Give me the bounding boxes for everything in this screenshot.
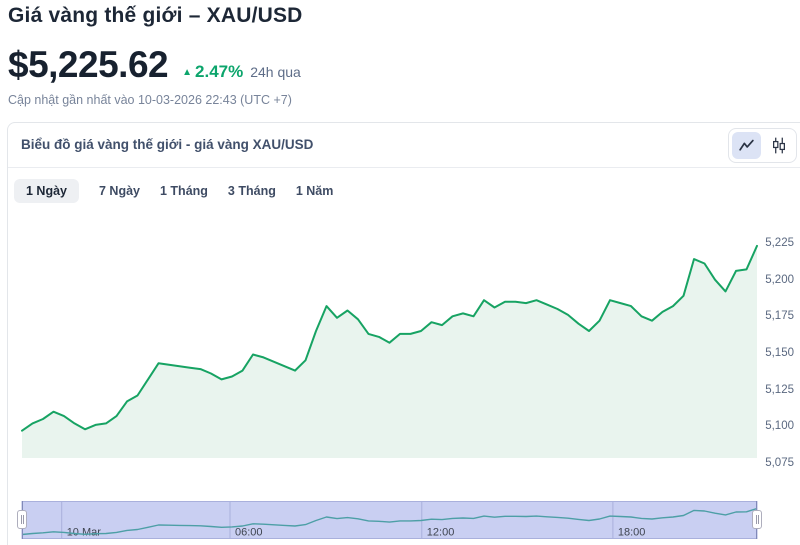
chart-type-toggle	[728, 128, 797, 163]
line-chart-button[interactable]	[732, 132, 761, 159]
tab-7-days[interactable]: 7 Ngày	[99, 179, 140, 203]
chart-navigator[interactable]: 10 Mar 06:00 12:00 18:00	[0, 501, 800, 541]
tab-3-months[interactable]: 3 Tháng	[228, 179, 276, 203]
navigator-left-handle[interactable]	[17, 510, 27, 529]
navigator-right-handle[interactable]	[752, 510, 762, 529]
current-price: $5,225.62	[8, 44, 168, 86]
svg-text:12:00: 12:00	[427, 527, 455, 539]
tab-1-month[interactable]: 1 Tháng	[160, 179, 208, 203]
svg-text:06:00: 06:00	[235, 527, 263, 539]
price-change: ▲2.47%	[182, 62, 243, 82]
grip-icon	[756, 515, 759, 524]
last-updated-text: Cập nhật gần nhất vào 10-03-2026 22:43 (…	[8, 93, 292, 107]
chart-card-title: Biểu đồ giá vàng thế giới - giá vàng XAU…	[21, 122, 313, 168]
gold-price-page: Giá vàng thế giới – XAU/USD $5,225.62 ▲2…	[0, 0, 800, 545]
candlestick-icon	[771, 137, 787, 154]
svg-text:18:00: 18:00	[618, 527, 646, 539]
time-range-tabs: 1 Ngày 7 Ngày 1 Tháng 3 Tháng 1 Năm	[14, 179, 333, 203]
card-divider	[8, 167, 800, 168]
price-area-chart[interactable]	[0, 208, 800, 478]
arrow-up-icon: ▲	[182, 67, 192, 78]
page-title: Giá vàng thế giới – XAU/USD	[8, 4, 303, 28]
svg-text:10 Mar: 10 Mar	[67, 527, 102, 539]
grip-icon	[21, 515, 24, 524]
line-chart-icon	[738, 138, 755, 153]
tab-1-day[interactable]: 1 Ngày	[14, 179, 79, 203]
change-period: 24h qua	[250, 64, 301, 80]
change-percent: 2.47%	[195, 62, 243, 82]
candlestick-chart-button[interactable]	[764, 132, 793, 159]
tab-1-year[interactable]: 1 Năm	[296, 179, 334, 203]
price-row: $5,225.62 ▲2.47% 24h qua	[8, 44, 301, 86]
